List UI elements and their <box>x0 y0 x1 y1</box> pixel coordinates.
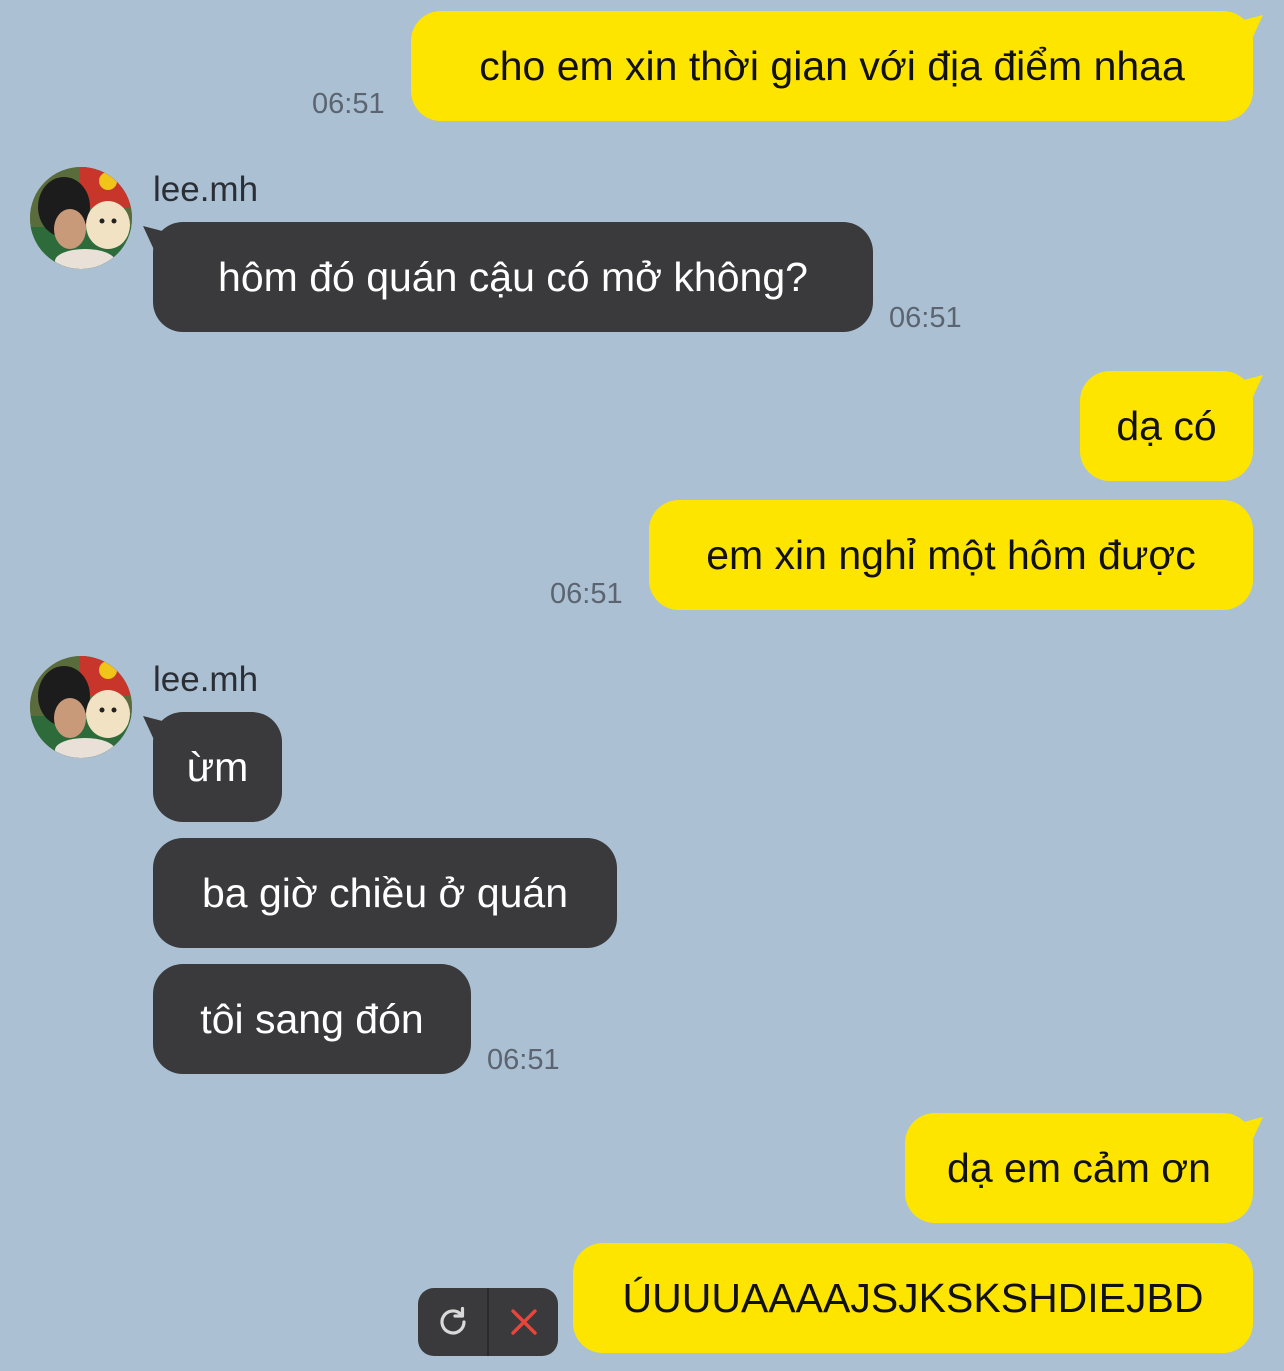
timestamp: 06:51 <box>889 302 962 334</box>
outgoing-message[interactable]: dạ em cảm ơn <box>905 1113 1263 1223</box>
retry-button[interactable] <box>418 1288 487 1356</box>
bubble-tail <box>1233 15 1263 41</box>
refresh-icon <box>439 1306 466 1335</box>
outgoing-message[interactable]: dạ có <box>1080 371 1263 481</box>
failed-message-actions <box>418 1288 558 1356</box>
incoming-message[interactable]: hôm đó quán cậu có mở không? <box>143 222 873 332</box>
bubble-tail <box>1233 375 1263 401</box>
avatar[interactable] <box>30 656 132 758</box>
avatar[interactable] <box>30 167 132 269</box>
message-text: ÚUUUAAAAJSJKSKSHDIEJBD <box>622 1274 1204 1321</box>
message-text: dạ em cảm ơn <box>947 1144 1211 1191</box>
failed-outgoing-message[interactable]: ÚUUUAAAAJSJKSKSHDIEJBD <box>573 1243 1253 1353</box>
outgoing-message[interactable]: em xin nghỉ một hôm được <box>649 500 1253 610</box>
timestamp: 06:51 <box>312 88 385 120</box>
sender-name: lee.mh <box>153 170 259 209</box>
message-text: hôm đó quán cậu có mở không? <box>218 253 808 300</box>
cancel-button[interactable] <box>487 1288 558 1356</box>
timestamp: 06:51 <box>550 578 623 610</box>
close-icon <box>510 1309 537 1335</box>
message-text: ừm <box>186 743 249 790</box>
bubble-tail <box>143 716 173 742</box>
incoming-message[interactable]: tôi sang đón <box>153 964 471 1074</box>
timestamp: 06:51 <box>487 1044 560 1076</box>
incoming-message[interactable]: ừm <box>143 712 282 822</box>
message-text: tôi sang đón <box>200 995 424 1042</box>
bubble-tail <box>143 226 173 252</box>
sender-name: lee.mh <box>153 660 259 699</box>
message-text: ba giờ chiều ở quán <box>201 869 569 916</box>
incoming-message[interactable]: ba giờ chiều ở quán <box>153 838 617 948</box>
message-text: em xin nghỉ một hôm được <box>706 531 1196 578</box>
message-text: dạ có <box>1116 402 1217 449</box>
message-text: cho em xin thời gian với địa điểm nhaa <box>479 42 1185 89</box>
outgoing-message[interactable]: cho em xin thời gian với địa điểm nhaa <box>411 11 1263 121</box>
bubble-tail <box>1233 1117 1263 1143</box>
